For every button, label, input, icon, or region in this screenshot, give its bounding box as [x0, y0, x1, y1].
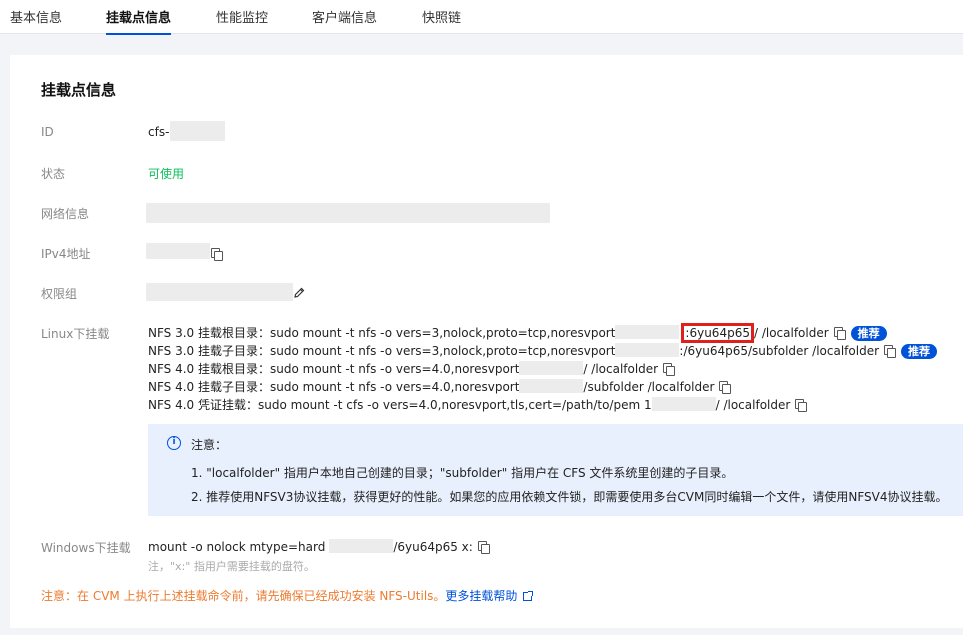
highlighted-fsid: :6yu64p65 — [681, 323, 754, 343]
status-value: 可使用 — [148, 167, 185, 181]
ipv4-value-redacted — [146, 243, 210, 259]
tab-client-info[interactable]: 客户端信息 — [312, 10, 377, 28]
mount-info-card: 挂载点信息 ID cfs- 状态 可使用 网络信息 IPv4地址 权限组 Lin… — [10, 55, 963, 628]
windows-mount-label: Windows下挂载 — [41, 541, 131, 555]
copy-icon[interactable] — [211, 248, 223, 261]
copy-icon[interactable] — [833, 327, 846, 340]
mount-command-nfs3-sub: NFS 3.0 挂载子目录：sudo mount -t nfs -o vers=… — [148, 343, 938, 359]
page-title: 挂载点信息 — [41, 81, 117, 99]
mount-command-nfs4-root: NFS 4.0 挂载根目录：sudo mount -t nfs -o vers=… — [148, 361, 676, 377]
tab-mount-info[interactable]: 挂载点信息 — [106, 10, 172, 35]
server-address-redacted — [329, 539, 394, 553]
server-address-redacted — [615, 325, 680, 339]
notice-item: 2. 推荐使用NFSV3协议挂载，获得更好的性能。如果您的应用依赖文件锁，即需要… — [191, 490, 948, 504]
mount-help-link[interactable]: 更多挂载帮助 — [445, 589, 517, 603]
tab-bar: 基本信息 挂载点信息 性能监控 客户端信息 快照链 — [0, 0, 963, 35]
notice-box: i 注意： 1. "localfolder" 指用户本地自己创建的目录；"sub… — [148, 424, 963, 516]
mount-command-nfs3-root: NFS 3.0 挂载根目录：sudo mount -t nfs -o vers=… — [148, 323, 887, 343]
tab-basic-info[interactable]: 基本信息 — [10, 10, 62, 28]
external-link-icon[interactable] — [523, 591, 534, 601]
server-address-redacted — [519, 361, 584, 375]
permission-value-redacted — [146, 283, 293, 301]
copy-icon[interactable] — [795, 399, 808, 412]
tab-performance[interactable]: 性能监控 — [216, 10, 268, 28]
ipv4-label: IPv4地址 — [41, 247, 91, 261]
id-label: ID — [41, 125, 54, 139]
network-value-redacted — [146, 203, 550, 223]
server-address-redacted — [651, 397, 716, 411]
linux-mount-label: Linux下挂载 — [41, 327, 110, 341]
copy-icon[interactable] — [719, 381, 732, 394]
notice-title: 注意： — [191, 438, 228, 452]
network-label: 网络信息 — [41, 207, 90, 221]
mount-command-nfs4-cert: NFS 4.0 凭证挂载：sudo mount -t cfs -o vers=4… — [148, 397, 808, 413]
pencil-icon[interactable] — [293, 286, 306, 299]
id-redaction — [170, 121, 225, 141]
copy-icon[interactable] — [884, 345, 897, 358]
copy-icon[interactable] — [477, 541, 490, 554]
notice-item: 1. "localfolder" 指用户本地自己创建的目录；"subfolder… — [191, 466, 734, 480]
tab-snapshot-chain[interactable]: 快照链 — [422, 10, 461, 28]
mount-command-nfs4-sub: NFS 4.0 挂载子目录：sudo mount -t nfs -o vers=… — [148, 379, 732, 395]
windows-mount-hint: 注，"x:" 指用户需要挂载的盘符。 — [148, 560, 315, 573]
info-icon: i — [167, 436, 181, 450]
server-address-redacted — [519, 379, 584, 393]
copy-icon[interactable] — [663, 363, 676, 376]
windows-mount-command: mount -o nolock mtype=hard/6yu64p65 x: — [148, 539, 490, 555]
recommended-badge: 推荐 — [901, 344, 938, 359]
permission-label: 权限组 — [41, 287, 78, 301]
status-label: 状态 — [41, 167, 66, 181]
install-warning: 注意：在 CVM 上执行上述挂载命令前，请先确保已经成功安装 NFS-Utils… — [41, 587, 534, 604]
id-value: cfs- — [148, 125, 170, 139]
server-address-redacted — [615, 343, 680, 357]
recommended-badge: 推荐 — [850, 326, 887, 341]
